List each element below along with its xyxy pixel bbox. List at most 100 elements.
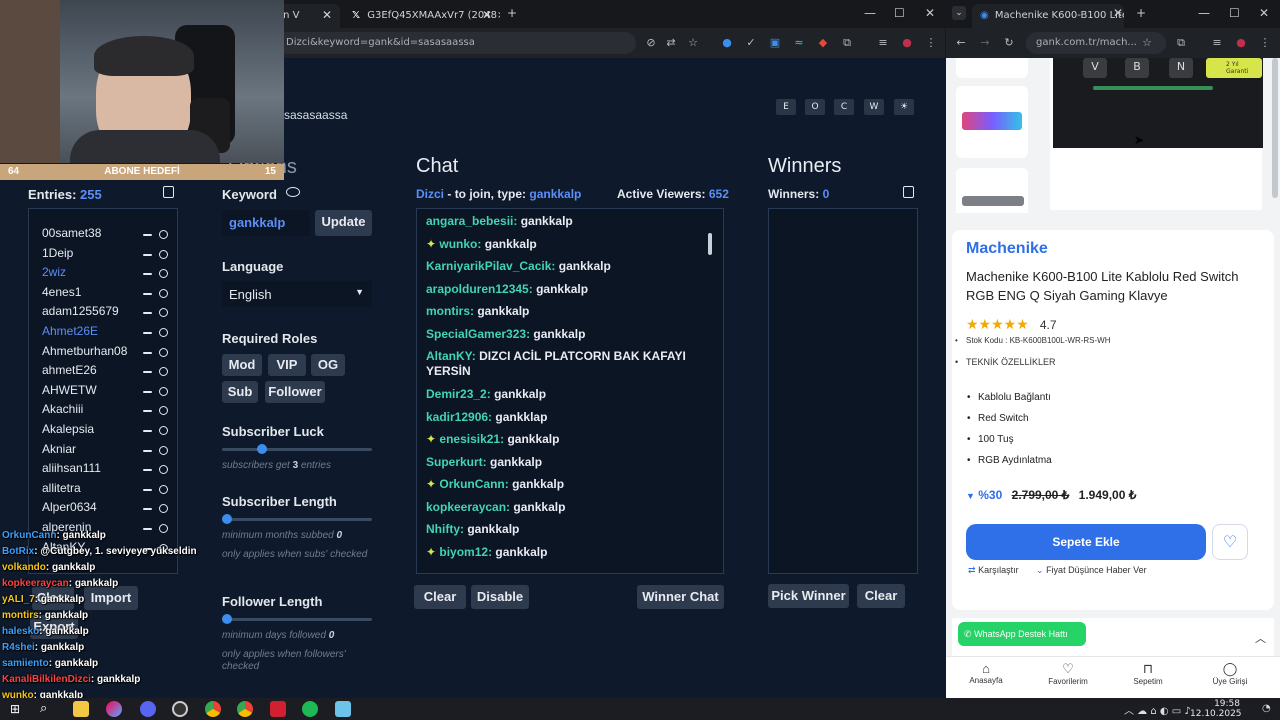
language-select[interactable]: English ▼: [222, 281, 372, 307]
tab-search-icon[interactable]: ⌄: [952, 6, 966, 20]
ban-icon[interactable]: [159, 386, 168, 396]
profile-avatar-icon[interactable]: ●: [1234, 36, 1248, 50]
chat-username[interactable]: wunko:: [439, 237, 481, 251]
product-page[interactable]: V B N 2 Yıl Garanti ➤ Machenike Machenik…: [946, 58, 1280, 698]
ban-icon[interactable]: [159, 230, 168, 239]
corner-button-o[interactable]: O: [805, 99, 825, 115]
entry-row[interactable]: Akalepsia: [42, 422, 176, 442]
chrome-icon[interactable]: [205, 701, 221, 717]
chat-username[interactable]: arapolduren12345:: [426, 282, 533, 296]
ban-icon[interactable]: [159, 327, 168, 337]
remove-entry-icon[interactable]: [143, 449, 152, 452]
media-icon[interactable]: ≡: [1210, 36, 1224, 50]
chevron-up-icon[interactable]: ︿: [1255, 630, 1266, 646]
close-icon[interactable]: ✕: [1113, 6, 1123, 20]
entry-row[interactable]: aliihsan111: [42, 461, 176, 481]
profile-avatar-icon[interactable]: ●: [900, 36, 914, 50]
chat-username[interactable]: Demir23_2:: [426, 387, 491, 401]
search-icon[interactable]: ⌕: [40, 701, 47, 716]
role-sub[interactable]: Sub: [222, 381, 258, 403]
maximize-button[interactable]: ☐: [1229, 6, 1240, 20]
pick-winner-button[interactable]: Pick Winner: [768, 584, 849, 608]
sub-luck-slider[interactable]: [222, 444, 372, 454]
remove-entry-icon[interactable]: [143, 469, 152, 472]
discord-icon[interactable]: [140, 701, 156, 717]
puzzle-icon[interactable]: ⧉: [840, 36, 854, 50]
close-window-button[interactable]: ✕: [1259, 6, 1269, 20]
entry-row[interactable]: AHWETW: [42, 383, 176, 403]
menu-icon[interactable]: ⋮: [924, 36, 938, 50]
corner-button-e[interactable]: E: [776, 99, 796, 115]
nav-home[interactable]: ⌂ Anasayfa: [966, 661, 1006, 685]
copy-icon[interactable]: [163, 186, 174, 198]
remove-entry-icon[interactable]: [143, 312, 152, 315]
new-tab-button[interactable]: +: [507, 6, 517, 20]
chat-username[interactable]: enesisik21:: [439, 432, 504, 446]
tab-image[interactable]: 𝕏 G3EfQ45XMAAxVr7 (2048×18 ✕: [344, 4, 500, 28]
app-icon[interactable]: [270, 701, 286, 717]
close-window-button[interactable]: ✕: [925, 6, 935, 20]
nav-login[interactable]: ◯ Üye Girişi: [1208, 661, 1252, 686]
chat-username[interactable]: biyom12:: [439, 545, 492, 559]
entry-row[interactable]: Ahmet26E: [42, 324, 176, 344]
nav-cart[interactable]: ⊓ Sepetim: [1126, 661, 1170, 686]
minimize-button[interactable]: —: [864, 6, 876, 20]
corner-button-w[interactable]: W: [864, 99, 884, 115]
minimize-button[interactable]: —: [1198, 6, 1210, 20]
entry-row[interactable]: Ahmetburhan08: [42, 344, 176, 364]
remove-entry-icon[interactable]: [143, 234, 152, 236]
entry-row[interactable]: 00samet38: [42, 226, 176, 246]
notification-icon[interactable]: ◔: [1262, 703, 1271, 714]
nav-favorites[interactable]: ♡ Favorilerim: [1046, 661, 1090, 686]
copilot-icon[interactable]: [106, 701, 122, 717]
ban-icon[interactable]: [159, 347, 168, 357]
tray-icons[interactable]: ︿ ☁ ⌂ ◐ ▭ ♪: [1124, 702, 1191, 717]
maximize-button[interactable]: ☐: [894, 6, 905, 20]
winner-chat-button[interactable]: Winner Chat: [637, 585, 724, 609]
chat-disable-button[interactable]: Disable: [471, 585, 529, 609]
app-icon[interactable]: [335, 701, 351, 717]
remove-entry-icon[interactable]: [143, 253, 152, 256]
thumbnail[interactable]: [956, 58, 1028, 78]
remove-entry-icon[interactable]: [143, 371, 152, 374]
entry-row[interactable]: adam1255679: [42, 304, 176, 324]
ban-icon[interactable]: [159, 425, 168, 435]
extension-icon[interactable]: ✓: [744, 36, 758, 50]
winners-list[interactable]: [768, 208, 918, 574]
chat-username[interactable]: AltanKY:: [426, 349, 476, 363]
favorite-heart-icon[interactable]: ♡: [1212, 524, 1248, 560]
camera-off-icon[interactable]: ⊘: [644, 36, 658, 50]
page-scrollbar[interactable]: [1272, 58, 1278, 198]
slider-knob[interactable]: [222, 514, 232, 524]
eye-icon[interactable]: [286, 187, 300, 197]
keyword-input[interactable]: gankkalp: [222, 210, 310, 236]
forward-icon[interactable]: →: [978, 36, 992, 50]
translate-icon[interactable]: ⇄: [664, 36, 678, 50]
chat-scrollbar[interactable]: [708, 233, 712, 255]
ban-icon[interactable]: [159, 288, 168, 298]
remove-entry-icon[interactable]: [143, 410, 152, 413]
remove-entry-icon[interactable]: [143, 273, 152, 276]
chat-username[interactable]: angara_bebesii:: [426, 214, 517, 228]
thumbnail[interactable]: [956, 86, 1028, 158]
remove-entry-icon[interactable]: [143, 488, 152, 491]
follower-length-slider[interactable]: [222, 614, 372, 624]
remove-entry-icon[interactable]: [143, 429, 152, 432]
slider-knob[interactable]: [222, 614, 232, 624]
obs-icon[interactable]: [172, 701, 188, 717]
ban-icon[interactable]: [159, 504, 168, 514]
chat-clear-button[interactable]: Clear: [414, 585, 466, 609]
remove-entry-icon[interactable]: [143, 331, 152, 334]
remove-entry-icon[interactable]: [143, 292, 152, 295]
ban-icon[interactable]: [159, 445, 168, 455]
entry-row[interactable]: Akniar: [42, 442, 176, 462]
remove-entry-icon[interactable]: [143, 508, 152, 511]
chat-username[interactable]: OrkunCann:: [439, 477, 508, 491]
ban-icon[interactable]: [159, 523, 168, 533]
update-button[interactable]: Update: [315, 210, 372, 236]
chat-username[interactable]: SpecialGamer323:: [426, 327, 530, 341]
back-icon[interactable]: ←: [954, 36, 968, 50]
bookmark-star-icon[interactable]: ☆: [1140, 36, 1154, 50]
entry-row[interactable]: Akachiii: [42, 402, 176, 422]
chat-panel[interactable]: angara_bebesii: gankkalp ✦ wunko: gankkal…: [416, 208, 724, 574]
